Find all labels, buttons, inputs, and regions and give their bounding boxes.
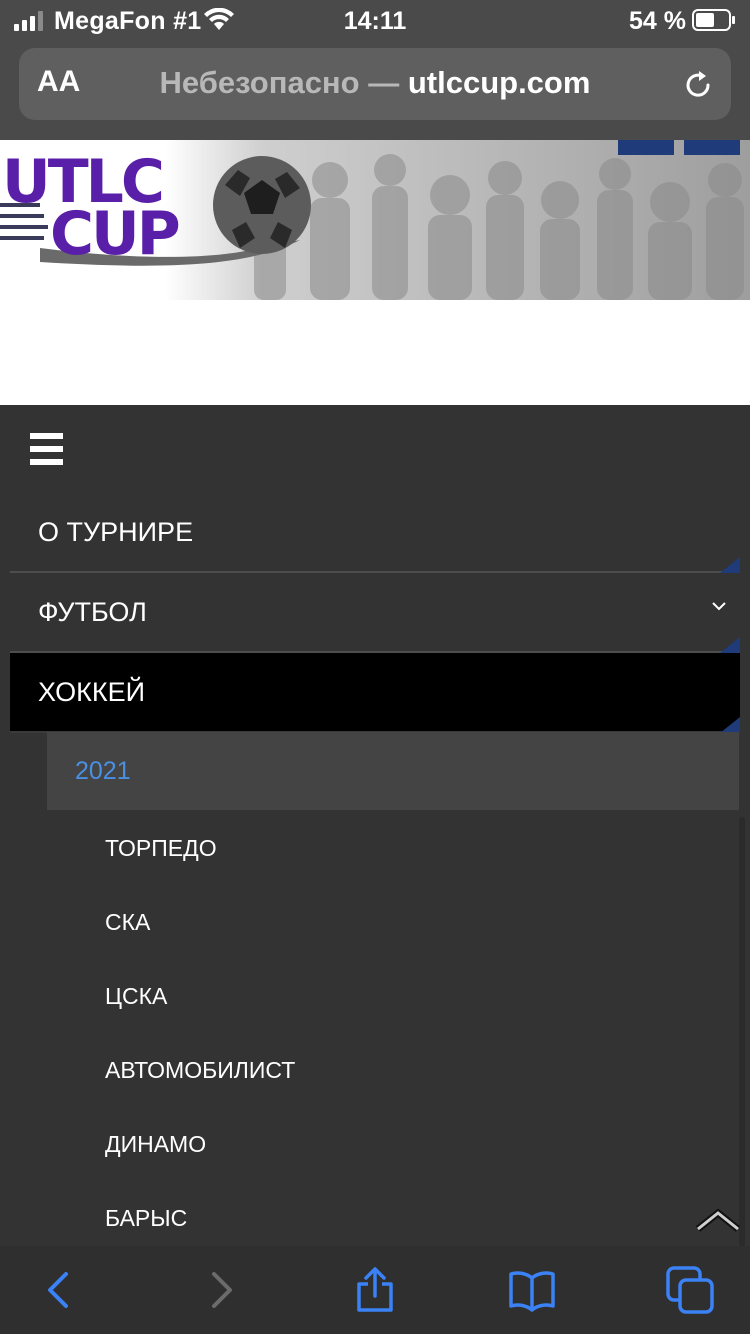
address-bar[interactable]: AA Небезопасно — utlccup.com	[19, 48, 731, 120]
url-host: utlccup.com	[407, 65, 591, 100]
menu-item-corner	[720, 557, 740, 573]
battery-icon	[692, 9, 735, 31]
social-button-left	[618, 140, 674, 155]
tabs-icon[interactable]	[666, 1266, 714, 1314]
logo-line-2: CUP	[50, 199, 181, 269]
blank-content-area	[0, 300, 750, 405]
team-link-dinamo[interactable]: ДИНАМО	[105, 1131, 206, 1158]
team-link-ska[interactable]: СКА	[105, 909, 150, 936]
utlc-cup-logo[interactable]: UTLC CUP	[0, 152, 210, 269]
hamburger-icon[interactable]	[30, 433, 63, 465]
menu-item-hockey[interactable]: ХОККЕЙ	[10, 653, 740, 733]
share-icon[interactable]	[351, 1266, 399, 1314]
status-bar: MegaFon #1 14:11 54 %	[0, 0, 750, 42]
menu-item-about[interactable]: О ТУРНИРЕ	[10, 493, 740, 573]
battery-percent: 54 %	[629, 7, 686, 35]
menu-item-corner	[720, 717, 740, 733]
browser-chrome: MegaFon #1 14:11 54 % AA Небезопасно — u…	[0, 0, 750, 140]
soccer-ball-icon	[213, 156, 311, 254]
menu-scrollbar[interactable]	[739, 817, 745, 1247]
menu-item-corner	[720, 637, 740, 653]
submenu-year-2021[interactable]: 2021	[47, 732, 739, 810]
social-button-right	[684, 140, 740, 155]
team-link-torpedo[interactable]: ТОРПЕДО	[105, 835, 217, 862]
team-link-cska[interactable]: ЦСКА	[105, 983, 167, 1010]
menu-item-label: О ТУРНИРЕ	[38, 517, 194, 547]
year-label: 2021	[75, 757, 131, 785]
chevron-down-icon[interactable]	[710, 597, 728, 615]
menu-item-label: ХОККЕЙ	[38, 677, 145, 707]
url-display[interactable]: Небезопасно — utlccup.com	[19, 65, 731, 101]
chevron-up-icon[interactable]	[694, 1203, 742, 1237]
team-link-avtomobilist[interactable]: АВТОМОБИЛИСТ	[105, 1057, 295, 1084]
reload-icon[interactable]	[681, 68, 715, 102]
safari-toolbar	[0, 1246, 750, 1334]
team-link-barys[interactable]: БАРЫС	[105, 1205, 187, 1232]
mobile-menu: О ТУРНИРЕ ФУТБОЛ ХОККЕЙ 2021 ТОРПЕДО СКА…	[0, 405, 750, 1247]
menu-item-label: ФУТБОЛ	[38, 597, 147, 627]
bookmarks-icon[interactable]	[508, 1266, 556, 1314]
menu-item-football[interactable]: ФУТБОЛ	[10, 573, 740, 653]
insecure-label: Небезопасно —	[159, 65, 400, 100]
header-banner: UTLC CUP	[0, 140, 750, 300]
back-icon[interactable]	[36, 1266, 84, 1314]
forward-icon[interactable]	[196, 1266, 244, 1314]
